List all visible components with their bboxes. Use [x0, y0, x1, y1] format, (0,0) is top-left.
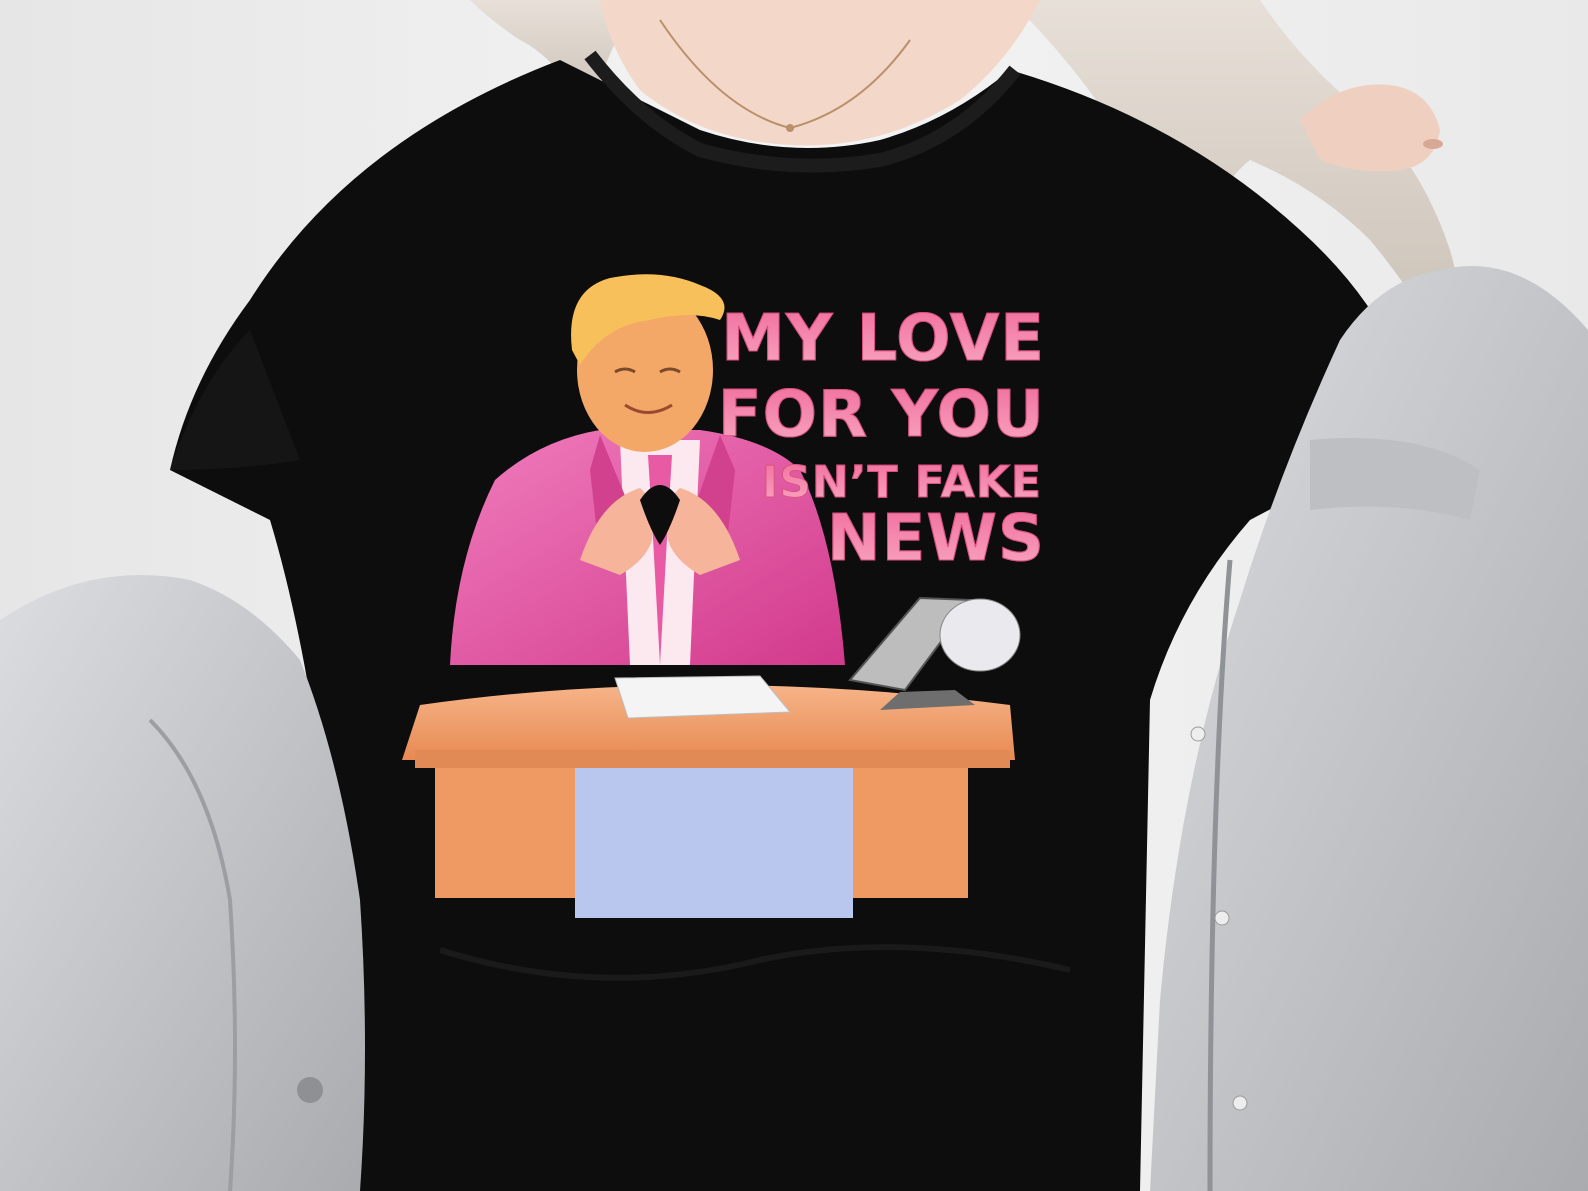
ring	[1423, 139, 1443, 149]
print-globe	[939, 598, 1021, 672]
print-desk-right-panel	[853, 768, 968, 898]
print-desk-edge	[415, 750, 1010, 768]
print-desk-left-panel	[435, 768, 575, 898]
slogan-line-2: FOR YOU	[700, 378, 1045, 453]
jacket-button-2	[1214, 910, 1230, 926]
print-desk-center-panel	[575, 768, 853, 918]
necklace-pendant	[786, 124, 794, 132]
slogan-line-3: ISN’T FAKE	[700, 457, 1042, 509]
photo-illustration	[0, 0, 1588, 1191]
jacket-button-left	[297, 1077, 323, 1103]
photo-scene: MY LOVE FOR YOU ISN’T FAKE NEWS	[0, 0, 1588, 1191]
slogan-line-1: MY LOVE	[700, 302, 1045, 377]
jacket-button-1	[1190, 726, 1206, 742]
jacket-button-3	[1232, 1095, 1248, 1111]
print-paper	[614, 675, 792, 719]
slogan-line-4: NEWS	[700, 502, 1045, 577]
